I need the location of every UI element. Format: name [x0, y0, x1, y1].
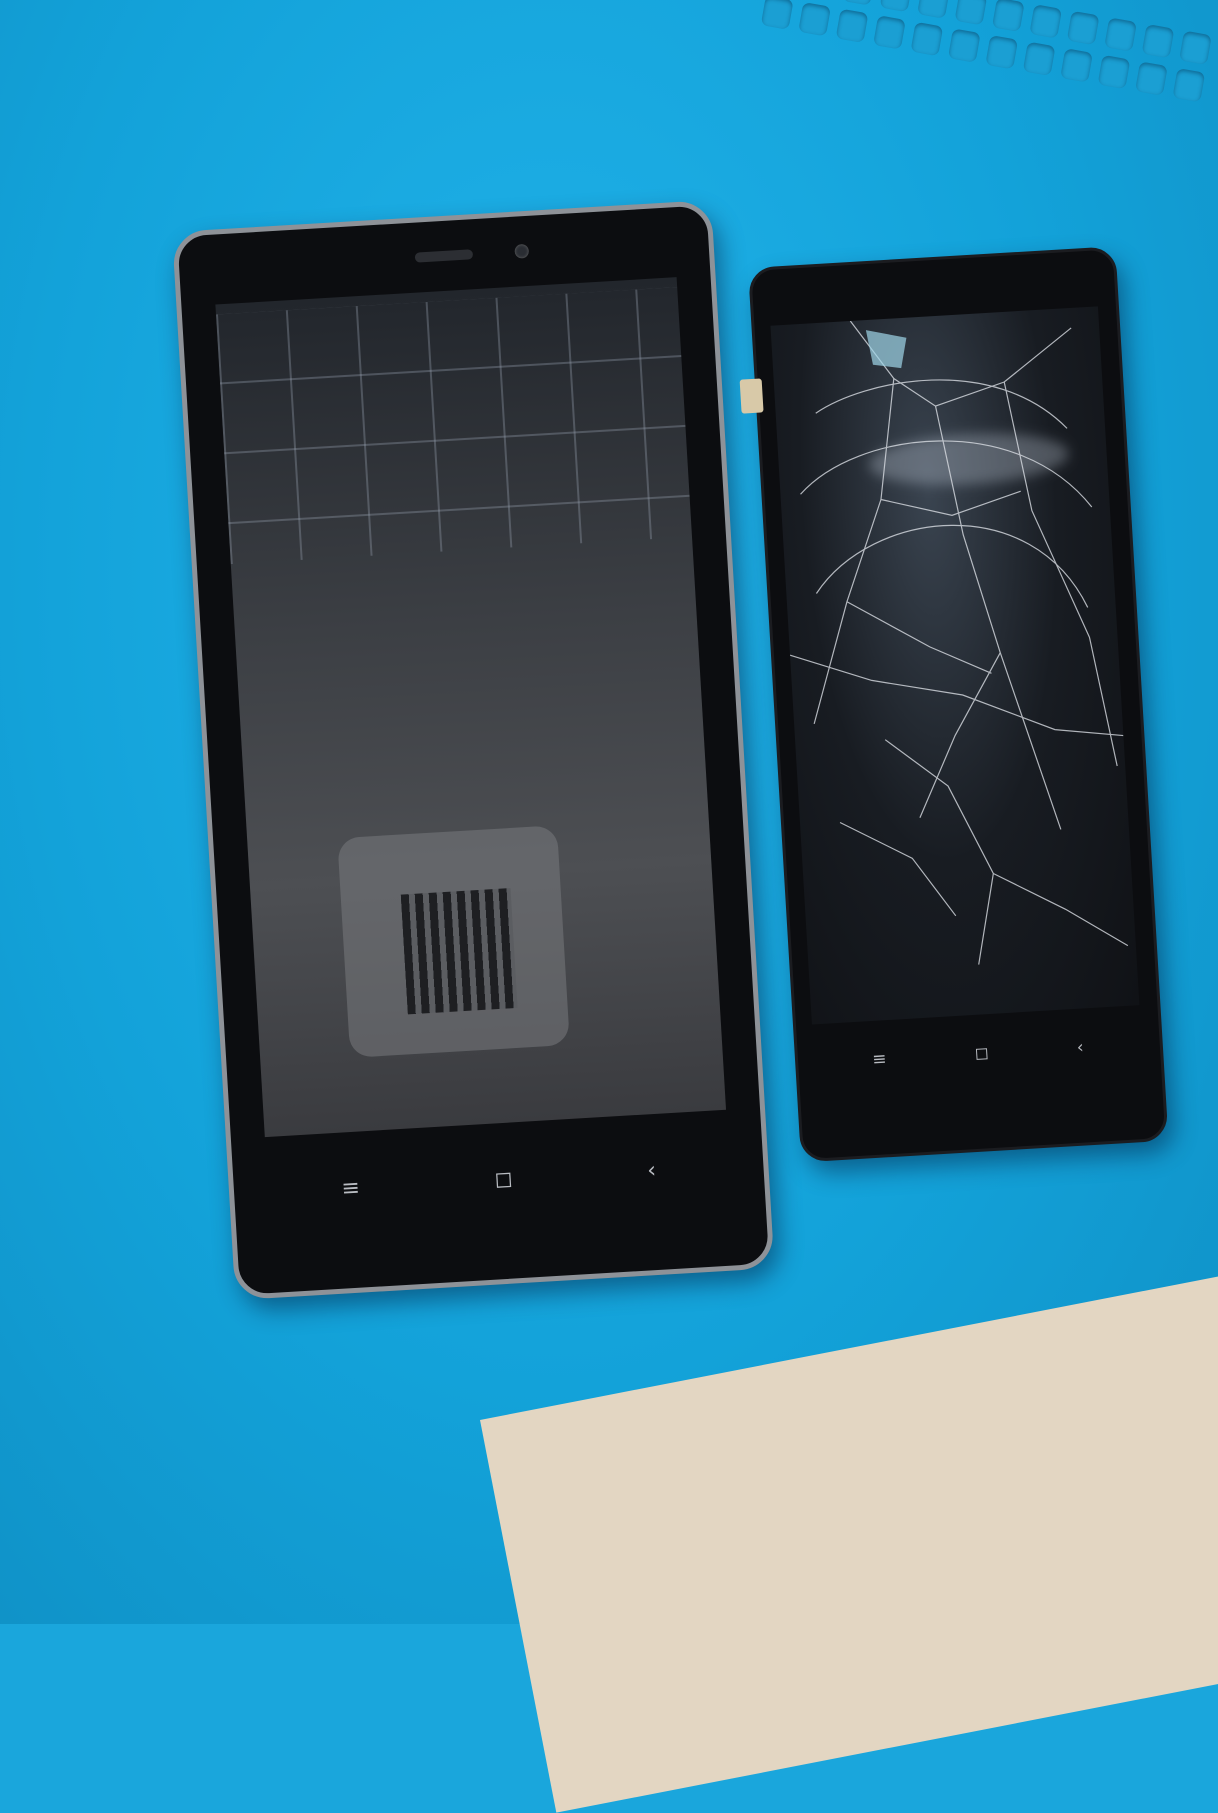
mat-slot: [991, 0, 1025, 32]
ac-vent-reflection: [400, 888, 518, 1015]
earpiece-speaker: [414, 249, 474, 263]
mat-slot: [835, 8, 869, 44]
shattered-screen: [770, 306, 1140, 1025]
mat-slot: [842, 0, 876, 6]
home-icon[interactable]: ◻: [494, 1166, 514, 1192]
intact-phone-navbar: ≡ ◻ ‹: [272, 1136, 725, 1223]
mat-slot: [798, 2, 831, 37]
mat-slot: [1022, 41, 1056, 77]
mat-slot: [1066, 10, 1100, 46]
mat-slot: [917, 0, 950, 19]
ceiling-grid-reflection: [215, 287, 692, 565]
mat-slot: [954, 0, 988, 26]
mat-slot: [1179, 30, 1212, 65]
mat-slot: [947, 28, 981, 63]
mat-slot: [1141, 23, 1175, 59]
mat-slot: [1172, 67, 1206, 103]
mat-slot: [985, 34, 1019, 70]
crack-pattern: [789, 320, 1129, 965]
front-camera: [514, 243, 530, 259]
back-icon[interactable]: ‹: [647, 1157, 657, 1182]
ribbon-cable-tab: [739, 378, 764, 414]
broken-phone-navbar: ≡ ◻ ‹: [827, 1020, 1129, 1088]
mat-parts-slots: [753, 0, 1218, 150]
mat-slot: [1135, 61, 1168, 96]
mat-slot: [760, 0, 794, 30]
intact-screen: [215, 277, 727, 1138]
broken-phone: ≡ ◻ ‹: [739, 246, 1169, 1163]
mat-slot: [1029, 4, 1063, 39]
menu-icon[interactable]: ≡: [872, 1049, 887, 1070]
mat-slot: [910, 21, 944, 57]
menu-icon[interactable]: ≡: [341, 1175, 361, 1201]
mat-slot: [1104, 17, 1137, 52]
mat-slot: [1060, 48, 1093, 83]
back-icon[interactable]: ‹: [1076, 1037, 1084, 1057]
mat-slot: [873, 15, 906, 50]
intact-phone: ≡ ◻ ‹: [172, 199, 775, 1301]
mat-slot: [879, 0, 913, 13]
home-icon[interactable]: ◻: [974, 1043, 989, 1064]
mat-slot: [1097, 54, 1131, 90]
